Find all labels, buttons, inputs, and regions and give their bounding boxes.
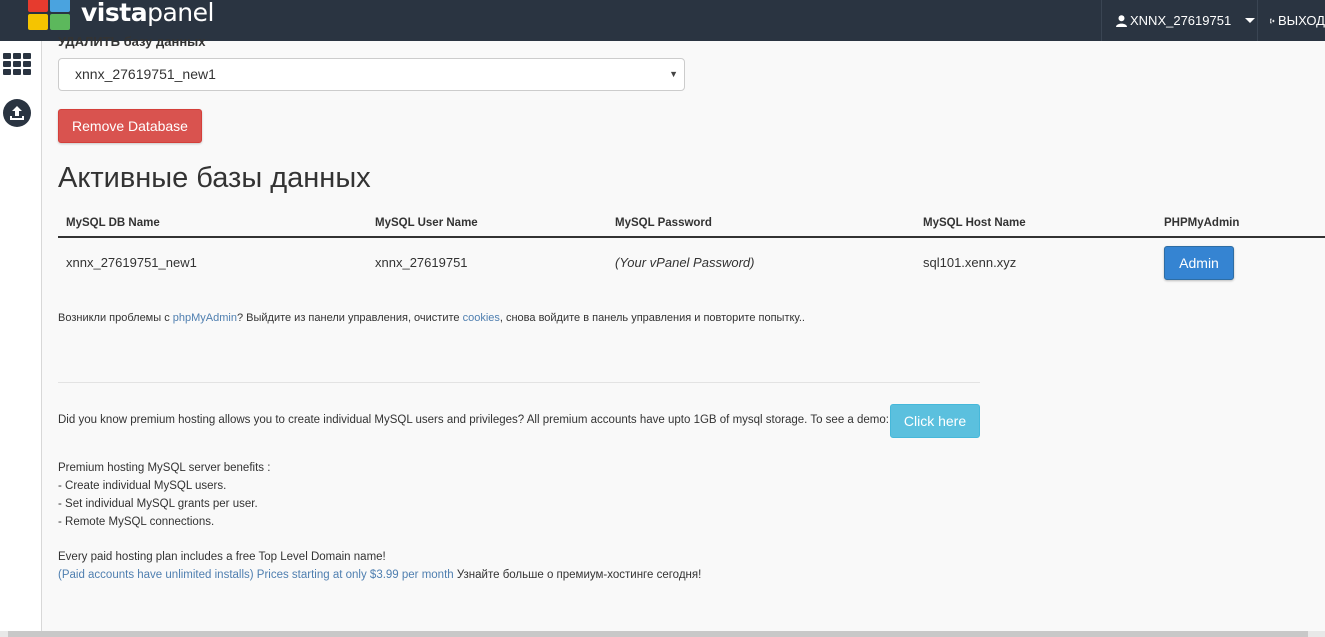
list-item: - Create individual MySQL users. xyxy=(58,480,227,492)
upload-icon[interactable] xyxy=(3,99,31,127)
user-name-cell: xnnx_27619751 xyxy=(367,237,607,287)
divider xyxy=(58,382,980,383)
horizontal-scrollbar[interactable] xyxy=(0,631,1325,637)
benefits-title: Premium hosting MySQL server benefits : xyxy=(58,462,271,474)
user-menu-dropdown[interactable]: XNNX_27619751 xyxy=(1101,0,1256,41)
databases-table: MySQL DB Name MySQL User Name MySQL Pass… xyxy=(58,209,1325,287)
database-select[interactable]: xnnx_27619751_new1 ▼ xyxy=(58,58,685,91)
host-name-cell: sql101.xenn.xyz xyxy=(915,237,1156,287)
logout-button[interactable]: ВЫХОД xyxy=(1257,0,1325,41)
phpmyadmin-link[interactable]: phpMyAdmin xyxy=(173,312,237,324)
drop-database-label: УДАЛИТЬ базу данных xyxy=(58,34,206,49)
scrollbar-thumb[interactable] xyxy=(8,631,1308,637)
phpmyadmin-cell: Admin xyxy=(1156,237,1325,287)
pricing-line: (Paid accounts have unlimited installs) … xyxy=(58,566,701,584)
pricing-link[interactable]: (Paid accounts have unlimited installs) … xyxy=(58,569,454,581)
table-header-row: MySQL DB Name MySQL User Name MySQL Pass… xyxy=(58,209,1325,238)
active-databases-heading: Активные базы данных xyxy=(58,162,371,194)
list-item: - Set individual MySQL grants per user. xyxy=(58,498,258,510)
premium-info-text: Did you know premium hosting allows you … xyxy=(58,414,889,426)
chevron-down-icon xyxy=(1245,18,1256,23)
learn-more-text: Узнайте больше о премиум-хостинге сегодн… xyxy=(453,569,702,581)
database-select-value: xnnx_27619751_new1 xyxy=(75,66,216,82)
column-header-phpmyadmin: PHPMyAdmin xyxy=(1156,209,1325,238)
table-row: xnnx_27619751_new1 xnnx_27619751 (Your v… xyxy=(58,237,1325,287)
phpmyadmin-help-note: Возникли проблемы с phpMyAdmin? Выйдите … xyxy=(58,312,805,324)
column-header-password: MySQL Password xyxy=(607,209,915,238)
db-name-cell: xnnx_27619751_new1 xyxy=(58,237,367,287)
admin-button[interactable]: Admin xyxy=(1164,245,1234,280)
tld-text: Every paid hosting plan includes a free … xyxy=(58,551,386,563)
username-label: XNNX_27619751 xyxy=(1130,13,1232,28)
user-icon xyxy=(1116,14,1127,27)
column-header-db-name: MySQL DB Name xyxy=(58,209,367,238)
list-item: - Remote MySQL connections. xyxy=(58,516,215,528)
select-arrow-icon: ▼ xyxy=(669,69,678,79)
logout-label: ВЫХОД xyxy=(1277,13,1325,28)
password-cell: (Your vPanel Password) xyxy=(607,237,915,287)
left-sidebar xyxy=(0,41,42,637)
brand-name[interactable]: vistapanel xyxy=(81,0,214,27)
premium-benefits: Premium hosting MySQL server benefits : … xyxy=(58,459,270,531)
cookies-link[interactable]: cookies xyxy=(463,312,500,324)
click-here-button[interactable]: Click here xyxy=(890,404,980,438)
remove-database-button[interactable]: Remove Database xyxy=(58,109,202,143)
tld-promo: Every paid hosting plan includes a free … xyxy=(58,548,701,584)
vistapanel-logo-icon[interactable] xyxy=(28,0,72,32)
column-header-host-name: MySQL Host Name xyxy=(915,209,1156,238)
sign-out-icon xyxy=(1270,18,1275,23)
column-header-user-name: MySQL User Name xyxy=(367,209,607,238)
grid-icon[interactable] xyxy=(3,53,31,75)
